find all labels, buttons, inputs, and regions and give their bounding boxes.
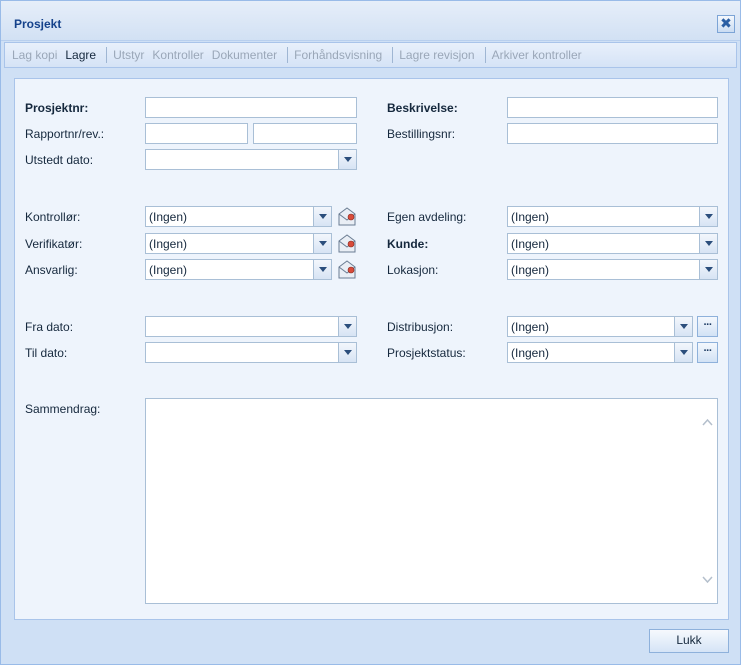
lukk-button[interactable]: Lukk [649,629,729,653]
kunde-label: Kunde: [387,237,429,251]
toolbar-separator [484,47,486,63]
beskrivelse-label: Beskrivelse: [387,101,458,115]
dialog-title: Prosjekt [14,17,62,31]
chevron-down-icon[interactable] [313,207,331,226]
toolbar-arkiver-kontroller-button[interactable]: Arkiver kontroller [492,48,586,62]
verifikator-select[interactable]: (Ingen) [145,233,332,254]
chevron-down-icon[interactable] [674,343,692,362]
distribusjon-more-button[interactable]: ··· [697,316,718,337]
egen-avdeling-label: Egen avdeling: [387,210,467,224]
toolbar-separator [106,47,108,63]
chevron-down-icon[interactable] [313,234,331,253]
person-lookup-icon[interactable] [336,232,358,254]
prosjektnr-input[interactable] [145,97,357,118]
lokasjon-label: Lokasjon: [387,263,439,277]
prosjektnr-label: Prosjektnr: [25,101,89,115]
scrollbar[interactable] [700,403,715,599]
fra-dato-picker[interactable] [145,316,357,337]
chevron-down-icon[interactable] [338,343,356,362]
chevron-down-icon[interactable] [313,260,331,279]
prosjektstatus-value: (Ingen) [511,346,550,360]
lokasjon-value: (Ingen) [511,263,550,277]
prosjektstatus-label: Prosjektstatus: [387,346,466,360]
kontrollor-value: (Ingen) [149,210,188,224]
dialog-titlebar[interactable]: Prosjekt ✖ [1,1,740,41]
toolbar-forhandsvisning-button[interactable]: Forhåndsvisning [294,48,386,62]
chevron-down-icon[interactable] [338,150,356,169]
person-lookup-icon[interactable] [336,205,358,227]
egen-avdeling-value: (Ingen) [511,210,550,224]
project-dialog: Prosjekt ✖ Lag kopi Lagre Utstyr Kontrol… [0,0,741,665]
ansvarlig-value: (Ingen) [149,263,188,277]
beskrivelse-input[interactable] [507,97,718,118]
toolbar-lagre-revisjon-button[interactable]: Lagre revisjon [399,48,478,62]
chevron-down-icon[interactable] [699,234,717,253]
fra-dato-label: Fra dato: [25,320,74,334]
toolbar-separator [287,47,289,63]
prosjektstatus-select[interactable]: (Ingen) [507,342,693,363]
chevron-down-icon[interactable] [699,260,717,279]
bestillingsnr-input[interactable] [507,123,718,144]
kontrollor-label: Kontrollør: [25,210,81,224]
prosjektstatus-more-button[interactable]: ··· [697,342,718,363]
distribusjon-select[interactable]: (Ingen) [507,316,693,337]
til-dato-picker[interactable] [145,342,357,363]
distribusjon-value: (Ingen) [511,320,550,334]
chevron-up-icon[interactable] [702,417,713,428]
toolbar-utstyr-button[interactable]: Utstyr [113,48,148,62]
chevron-down-icon[interactable] [338,317,356,336]
kontrollor-select[interactable]: (Ingen) [145,206,332,227]
utstedt-dato-picker[interactable] [145,149,357,170]
toolbar-lagre-button[interactable]: Lagre [65,48,100,62]
person-lookup-icon[interactable] [336,258,358,280]
rapportnr-label: Rapportnr/rev.: [25,127,105,141]
toolbar-separator [392,47,394,63]
toolbar-dokumenter-button[interactable]: Dokumenter [212,48,281,62]
toolbar-lag-kopi-button[interactable]: Lag kopi [12,48,61,62]
chevron-down-icon[interactable] [699,207,717,226]
chevron-down-icon[interactable] [702,574,713,585]
bestillingsnr-label: Bestillingsnr: [387,127,456,141]
ansvarlig-label: Ansvarlig: [25,263,78,277]
ansvarlig-select[interactable]: (Ingen) [145,259,332,280]
rapportnr-input[interactable] [145,123,248,144]
verifikator-label: Verifikatør: [25,237,83,251]
form-panel: Prosjektnr: Rapportnr/rev.: Utstedt dato… [14,78,729,620]
revisjon-input[interactable] [253,123,357,144]
sammendrag-label: Sammendrag: [25,402,101,416]
sammendrag-textarea[interactable] [145,398,718,604]
til-dato-label: Til dato: [25,346,68,360]
toolbar: Lag kopi Lagre Utstyr Kontroller Dokumen… [4,42,737,68]
kunde-select[interactable]: (Ingen) [507,233,718,254]
verifikator-value: (Ingen) [149,237,188,251]
toolbar-kontroller-button[interactable]: Kontroller [152,48,207,62]
close-icon[interactable]: ✖ [717,15,735,33]
distribusjon-label: Distribusjon: [387,320,454,334]
lokasjon-select[interactable]: (Ingen) [507,259,718,280]
chevron-down-icon[interactable] [674,317,692,336]
kunde-value: (Ingen) [511,237,550,251]
egen-avdeling-select[interactable]: (Ingen) [507,206,718,227]
utstedt-dato-label: Utstedt dato: [25,153,94,167]
